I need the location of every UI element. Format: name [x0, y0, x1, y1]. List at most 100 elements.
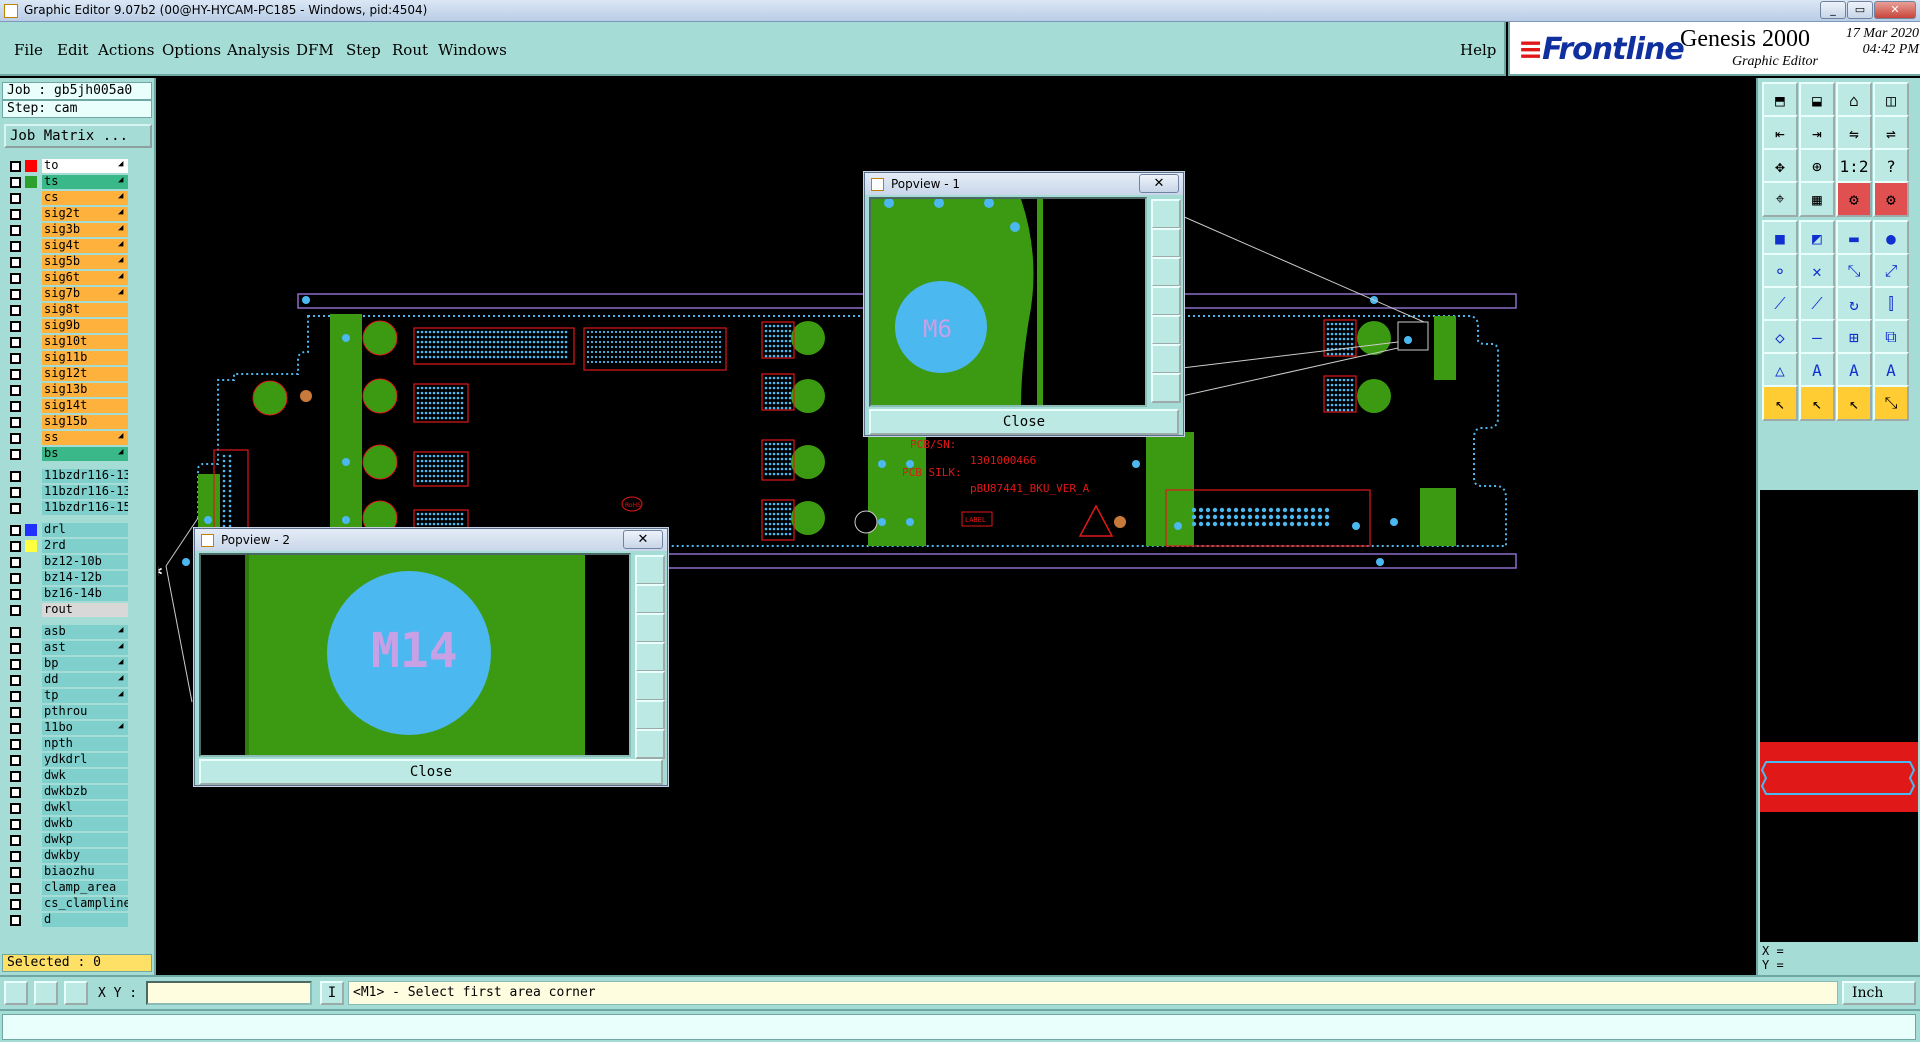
layer-name[interactable]: sig11b: [42, 351, 128, 365]
layer-name[interactable]: cs_clampline: [42, 897, 128, 911]
layer-name[interactable]: bs: [42, 447, 128, 461]
menu-help[interactable]: Help: [1460, 41, 1496, 59]
layer-checkbox[interactable]: [10, 851, 21, 862]
layer-checkbox[interactable]: [10, 417, 21, 428]
layer-checkbox[interactable]: [10, 691, 21, 702]
popview-2-tool-3-icon[interactable]: [635, 613, 665, 643]
layer-checkbox[interactable]: [10, 401, 21, 412]
layer-row[interactable]: 2rd: [6, 538, 128, 554]
layer-row[interactable]: bp ◢: [6, 656, 128, 672]
layer-checkbox[interactable]: [10, 803, 21, 814]
layer-name[interactable]: dwkl: [42, 801, 128, 815]
layer-name[interactable]: sig15b: [42, 415, 128, 429]
layer-name[interactable]: sig9b: [42, 319, 128, 333]
layer-checkbox[interactable]: [10, 541, 21, 552]
minimize-button[interactable]: _: [1820, 1, 1846, 19]
line-measure-icon[interactable]: —: [1799, 319, 1835, 355]
layer-name[interactable]: sig2t: [42, 207, 128, 221]
pad-tool-icon[interactable]: ●: [1873, 220, 1909, 256]
layer-checkbox[interactable]: [10, 449, 21, 460]
layer-checkbox[interactable]: [10, 289, 21, 300]
next-step-icon[interactable]: ⇥: [1799, 115, 1835, 151]
popview-1-tool-3-icon[interactable]: [1151, 257, 1181, 287]
layer-row[interactable]: sig5b ◢: [6, 254, 128, 270]
close-window-button[interactable]: ✕: [1874, 1, 1916, 19]
menu-step[interactable]: Step: [346, 41, 381, 59]
units-selector[interactable]: Inch: [1842, 981, 1916, 1005]
pointer-3-icon[interactable]: ↖: [1836, 385, 1872, 421]
layer-checkbox[interactable]: [10, 739, 21, 750]
layer-name[interactable]: dwkby: [42, 849, 128, 863]
layer-checkbox[interactable]: [10, 723, 21, 734]
zoom-fit-icon[interactable]: ✥: [1762, 148, 1798, 184]
xy-input[interactable]: [146, 981, 312, 1005]
layer-row[interactable]: bz16-14b: [6, 586, 128, 602]
connect-tool-icon[interactable]: ⚬: [1762, 253, 1798, 289]
popview-1-tool-1-icon[interactable]: [1151, 199, 1181, 229]
layer-row[interactable]: sig11b: [6, 350, 128, 366]
popview-1-tool-6-icon[interactable]: [1151, 344, 1181, 374]
layer-name[interactable]: 11bzdr116-13: [42, 485, 128, 499]
layer-row[interactable]: asb ◢: [6, 624, 128, 640]
snap-icon[interactable]: [4, 981, 28, 1005]
layer-checkbox[interactable]: [10, 899, 21, 910]
popview-2-close-button[interactable]: Close: [199, 759, 663, 785]
zoom-home-icon[interactable]: ⊕: [1799, 148, 1835, 184]
layer-name[interactable]: 2rd: [42, 539, 128, 553]
popview-2-close-x[interactable]: ✕: [623, 530, 663, 549]
layer-row[interactable]: sig13b: [6, 382, 128, 398]
triangle-1-icon[interactable]: △: [1762, 352, 1798, 388]
graphic-canvas[interactable]: PCB/SN: 1301000466 PCB SILK: pBU87441_BK…: [158, 78, 1754, 975]
layer-checkbox[interactable]: [10, 161, 21, 172]
layer-name[interactable]: npth: [42, 737, 128, 751]
layer-row[interactable]: dwkby: [6, 848, 128, 864]
menu-rout[interactable]: Rout: [392, 41, 428, 59]
layer-row[interactable]: sig12t: [6, 366, 128, 382]
layer-checkbox[interactable]: [10, 257, 21, 268]
layer-checkbox[interactable]: [10, 353, 21, 364]
pointer-4-icon[interactable]: ⤡: [1873, 385, 1909, 421]
menu-analysis[interactable]: Analysis: [227, 41, 290, 59]
layer-name[interactable]: sig12t: [42, 367, 128, 381]
home-icon[interactable]: ⌂: [1836, 82, 1872, 118]
layer-row[interactable]: dwkbzb: [6, 784, 128, 800]
layer-row[interactable]: sig2t ◢: [6, 206, 128, 222]
layer-name[interactable]: pthrou: [42, 705, 128, 719]
layer-row[interactable]: sig3b ◢: [6, 222, 128, 238]
popview-2-title[interactable]: Popview - 2: [195, 529, 667, 551]
layer-checkbox[interactable]: [10, 503, 21, 514]
layer-row[interactable]: ss ◢: [6, 430, 128, 446]
layer-checkbox[interactable]: [10, 915, 21, 926]
layer-row[interactable]: bz12-10b: [6, 554, 128, 570]
layer-row[interactable]: to ◢: [6, 158, 128, 174]
layer-name[interactable]: 11bo: [42, 721, 128, 735]
layer-row[interactable]: dwk: [6, 768, 128, 784]
select-icon[interactable]: ■: [1762, 220, 1798, 256]
layer-checkbox[interactable]: [10, 557, 21, 568]
layer-name[interactable]: ast: [42, 641, 128, 655]
layer-name[interactable]: ts: [42, 175, 128, 189]
layer-row[interactable]: sig6t ◢: [6, 270, 128, 286]
layer-row[interactable]: drl: [6, 522, 128, 538]
measure-icon[interactable]: [34, 981, 58, 1005]
layer-row[interactable]: bz14-12b: [6, 570, 128, 586]
layer-name[interactable]: sig5b: [42, 255, 128, 269]
layer-row[interactable]: npth: [6, 736, 128, 752]
layer-row[interactable]: 11bo ◢: [6, 720, 128, 736]
layer-checkbox[interactable]: [10, 659, 21, 670]
mirror-icon[interactable]: ⇋: [1836, 115, 1872, 151]
layer-name[interactable]: sig13b: [42, 383, 128, 397]
maximize-button[interactable]: ▭: [1847, 1, 1873, 19]
job-matrix-button[interactable]: Job Matrix ...: [4, 124, 152, 148]
layer-row[interactable]: d: [6, 912, 128, 928]
connect-point-icon[interactable]: ⤢: [1873, 253, 1909, 289]
layer-row[interactable]: sig9b: [6, 318, 128, 334]
layer-row[interactable]: dd ◢: [6, 672, 128, 688]
layer-checkbox[interactable]: [10, 209, 21, 220]
window-titlebar[interactable]: Graphic Editor 9.07b2 (00@HY-HYCAM-PC185…: [0, 0, 1920, 22]
layer-checkbox[interactable]: [10, 755, 21, 766]
popview-1-view[interactable]: M6: [869, 197, 1147, 407]
layer-name[interactable]: drl: [42, 523, 128, 537]
layer-checkbox[interactable]: [10, 385, 21, 396]
popview-1-close-x[interactable]: ✕: [1139, 174, 1179, 193]
